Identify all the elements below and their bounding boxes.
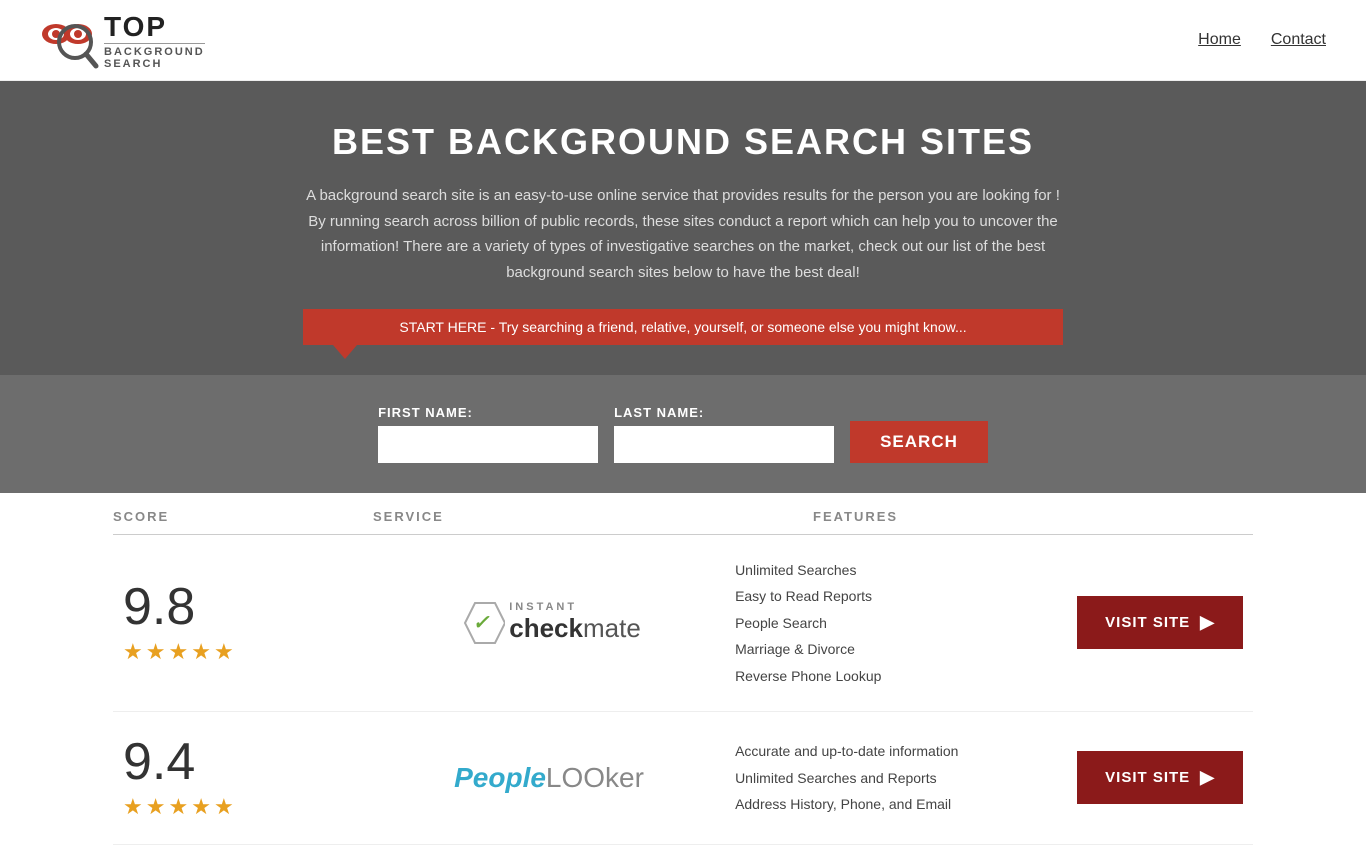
first-name-input[interactable] <box>378 426 598 463</box>
logo-area: TOP BACKGROUNDSEARCH <box>40 10 205 70</box>
star-3: ★ <box>168 794 188 820</box>
feature-item: Marriage & Divorce <box>735 638 1077 660</box>
first-name-label: FIRST NAME: <box>378 405 598 420</box>
people-logo-looker: LOOker <box>546 762 644 794</box>
callout-arrow <box>333 345 357 359</box>
nav-home-link[interactable]: Home <box>1198 31 1241 49</box>
header: TOP BACKGROUNDSEARCH Home Contact <box>0 0 1366 81</box>
service-col-2: People LOOker <box>373 762 725 794</box>
star-1: ★ <box>123 794 143 820</box>
table-header: SCORE SERVICE FEATURES <box>113 493 1253 535</box>
visit-btn-label-2: VISIT SITE <box>1105 769 1190 786</box>
visit-btn-label-1: VISIT SITE <box>1105 614 1190 631</box>
checkmate-logo-text-block: INSTANT checkmate <box>509 601 641 644</box>
features-col-2: Accurate and up-to-date information Unli… <box>725 740 1077 815</box>
col-header-score: SCORE <box>113 509 373 524</box>
checkmate-instant-text: INSTANT <box>509 601 641 613</box>
feature-item: People Search <box>735 612 1077 634</box>
star-half-1: ★ <box>214 639 234 665</box>
visit-site-button-1[interactable]: VISIT SITE ▶ <box>1077 596 1243 649</box>
feature-item: Accurate and up-to-date information <box>735 740 1077 762</box>
service-col-1: ✓ INSTANT checkmate <box>373 599 725 647</box>
col-header-service: SERVICE <box>373 509 813 524</box>
star-1: ★ <box>123 639 143 665</box>
score-number-1: 9.8 <box>123 581 195 633</box>
star-4: ★ <box>191 639 211 665</box>
checkmate-name-text: checkmate <box>509 613 641 644</box>
peoplelooker-logo: People LOOker <box>454 762 644 794</box>
search-callout: START HERE - Try searching a friend, rel… <box>303 309 1063 345</box>
search-button[interactable]: SEARCH <box>850 421 988 463</box>
feature-item: Address History, Phone, and Email <box>735 793 1077 815</box>
hero-description: A background search site is an easy-to-u… <box>303 183 1063 285</box>
main-nav: Home Contact <box>1198 31 1326 49</box>
last-name-group: LAST NAME: <box>614 405 834 463</box>
star-2: ★ <box>146 794 166 820</box>
score-col-1: 9.8 ★ ★ ★ ★ ★ <box>113 581 373 665</box>
visit-btn-arrow-2: ▶ <box>1200 767 1215 788</box>
last-name-label: LAST NAME: <box>614 405 834 420</box>
hero-section: BEST BACKGROUND SEARCH SITES A backgroun… <box>0 81 1366 375</box>
visit-col-2: VISIT SITE ▶ <box>1077 751 1253 804</box>
visit-btn-arrow-1: ▶ <box>1200 612 1215 633</box>
score-number-2: 9.4 <box>123 736 195 788</box>
star-3: ★ <box>168 639 188 665</box>
last-name-input[interactable] <box>614 426 834 463</box>
search-section: FIRST NAME: LAST NAME: SEARCH <box>0 375 1366 493</box>
features-col-1: Unlimited Searches Easy to Read Reports … <box>725 559 1077 687</box>
svg-text:✓: ✓ <box>473 612 490 634</box>
visit-col-1: VISIT SITE ▶ <box>1077 596 1253 649</box>
callout-text: START HERE - Try searching a friend, rel… <box>399 319 966 335</box>
table-row: 9.8 ★ ★ ★ ★ ★ ✓ INSTANT checkmate <box>113 535 1253 712</box>
feature-item: Reverse Phone Lookup <box>735 665 1077 687</box>
stars-1: ★ ★ ★ ★ ★ <box>123 639 234 665</box>
stars-2: ★ ★ ★ ★ ★ <box>123 794 234 820</box>
col-header-features: FEATURES <box>813 509 1253 524</box>
results-table: SCORE SERVICE FEATURES 9.8 ★ ★ ★ ★ ★ ✓ <box>93 493 1273 845</box>
star-4: ★ <box>191 794 211 820</box>
logo-sub-text: BACKGROUNDSEARCH <box>104 43 205 70</box>
feature-item: Unlimited Searches and Reports <box>735 767 1077 789</box>
star-2: ★ <box>146 639 166 665</box>
search-form: FIRST NAME: LAST NAME: SEARCH <box>20 405 1346 463</box>
people-logo-people: People <box>454 762 546 794</box>
checkmate-logo-icon: ✓ <box>457 599 505 647</box>
first-name-group: FIRST NAME: <box>378 405 598 463</box>
feature-item: Easy to Read Reports <box>735 585 1077 607</box>
visit-site-button-2[interactable]: VISIT SITE ▶ <box>1077 751 1243 804</box>
feature-item: Unlimited Searches <box>735 559 1077 581</box>
logo-icon <box>40 10 100 70</box>
nav-contact-link[interactable]: Contact <box>1271 31 1326 49</box>
checkmate-logo: ✓ INSTANT checkmate <box>457 599 641 647</box>
table-row: 9.4 ★ ★ ★ ★ ★ People LOOker Accurate and… <box>113 712 1253 845</box>
logo-top-text: TOP <box>104 11 205 43</box>
score-col-2: 9.4 ★ ★ ★ ★ ★ <box>113 736 373 820</box>
hero-title: BEST BACKGROUND SEARCH SITES <box>20 121 1346 163</box>
star-half-2: ★ <box>214 794 234 820</box>
logo-text: TOP BACKGROUNDSEARCH <box>104 11 205 70</box>
